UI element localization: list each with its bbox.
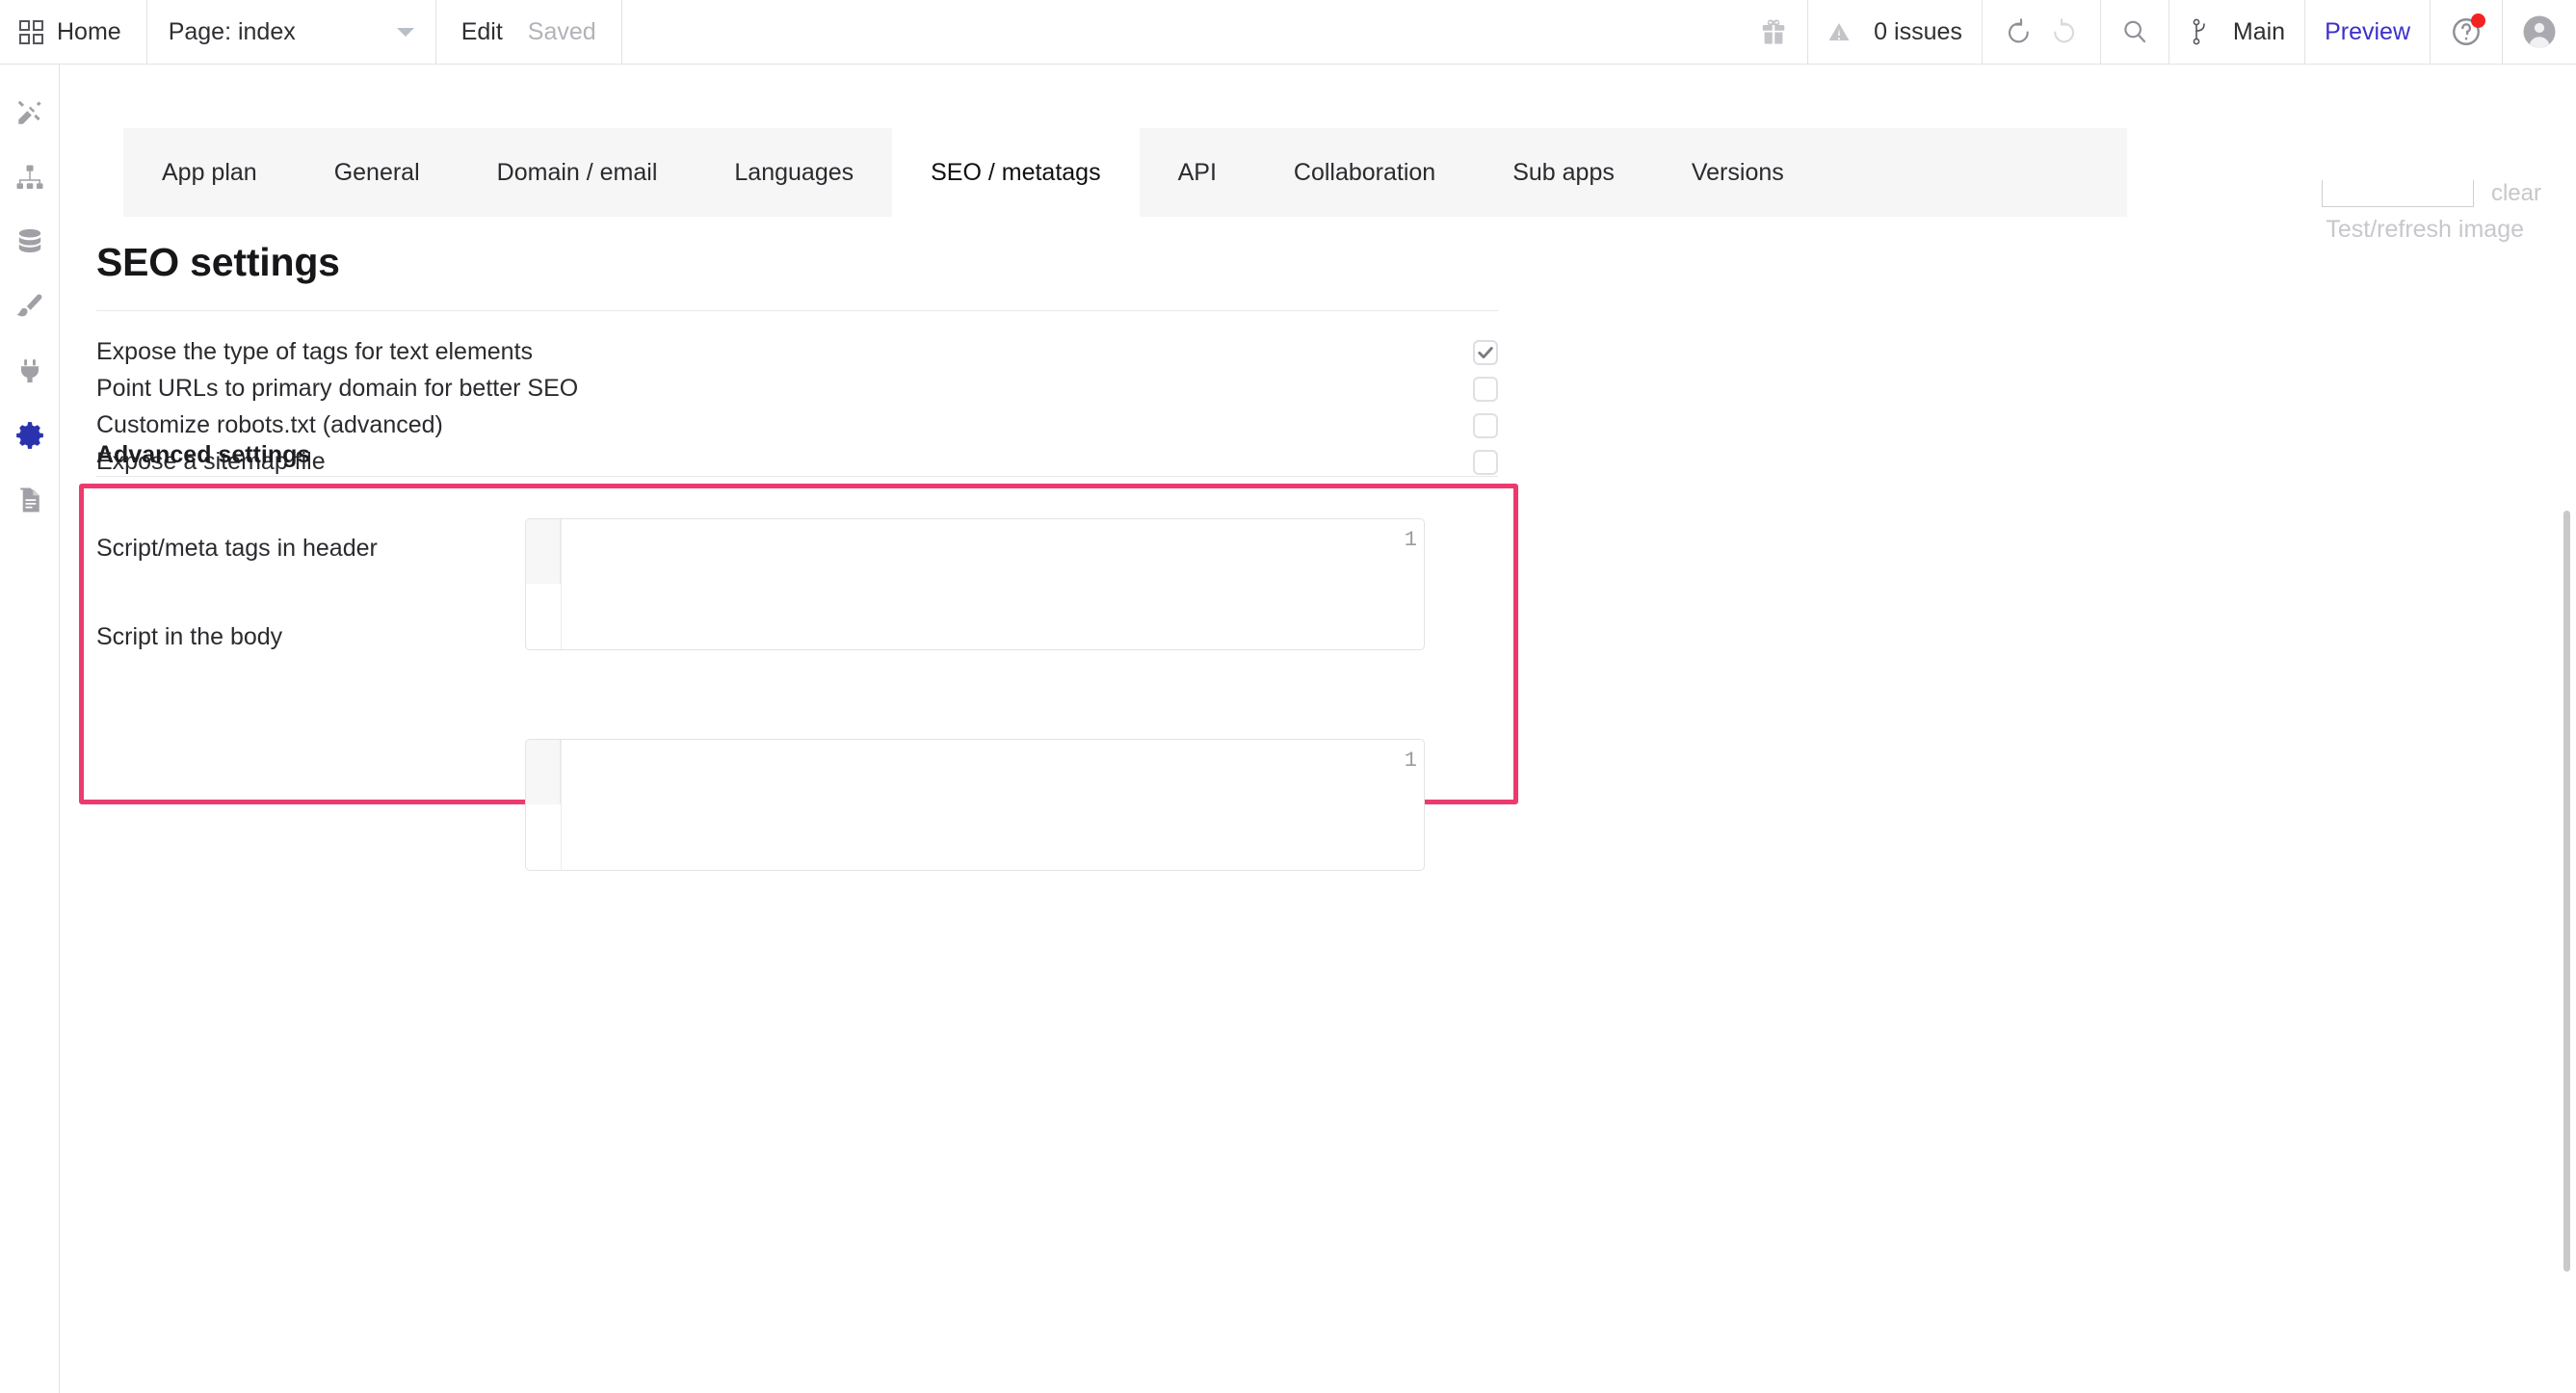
preview-button[interactable]: Preview: [2325, 18, 2410, 46]
sidebar-item-plugins[interactable]: [11, 354, 49, 392]
code-editor-script-body[interactable]: 1: [525, 739, 1425, 871]
home-label: Home: [57, 17, 121, 45]
image-test-controls: clear Test/refresh image: [2137, 180, 2541, 244]
tab-versions[interactable]: Versions: [1653, 128, 1823, 217]
editor-gutter: [526, 519, 561, 584]
top-bar: Home Page: index Edit Saved 0 issues Mai…: [0, 0, 2576, 65]
page-selector-label: Page: index: [168, 17, 296, 45]
saved-status: Saved: [527, 17, 596, 45]
setting-checkbox-point-urls-primary-domain[interactable]: [1473, 376, 1498, 402]
sitemap-icon: [14, 163, 45, 197]
history-group: [1983, 0, 2101, 64]
tab-label: Languages: [734, 158, 854, 186]
setting-label: Point URLs to primary domain for better …: [96, 375, 579, 402]
branch-group[interactable]: Main: [2169, 0, 2306, 64]
user-avatar-icon[interactable]: [2522, 14, 2557, 49]
issues-count-label: 0 issues: [1874, 17, 1962, 45]
warning-triangle-icon: [1827, 20, 1851, 43]
branch-name-label: Main: [2232, 17, 2286, 45]
content-scrollbar[interactable]: [2563, 511, 2570, 1272]
editor-line-number: 1: [1404, 528, 1417, 552]
tab-collaboration[interactable]: Collaboration: [1255, 128, 1474, 217]
editor-gutter-divider: [561, 740, 562, 870]
setting-row-expose-tag-types: Expose the type of tags for text element…: [96, 338, 1498, 366]
tab-label: Collaboration: [1293, 158, 1436, 186]
setting-row-point-urls-primary-domain: Point URLs to primary domain for better …: [96, 375, 1498, 403]
editor-gutter-divider: [561, 519, 562, 649]
title-divider: [96, 310, 1498, 311]
setting-checkbox-expose-sitemap[interactable]: [1473, 449, 1498, 475]
paintbrush-icon: [14, 291, 45, 327]
tab-label: Domain / email: [496, 158, 658, 186]
tab-label: Sub apps: [1512, 158, 1615, 186]
undo-icon[interactable]: [2002, 16, 2033, 47]
preview-group: Preview: [2305, 0, 2431, 64]
tab-general[interactable]: General: [296, 128, 459, 217]
tab-api[interactable]: API: [1140, 128, 1255, 217]
code-editor-script-meta-header[interactable]: 1: [525, 518, 1425, 650]
setting-checkbox-customize-robots-txt[interactable]: [1473, 412, 1498, 438]
field-label-script-meta-header: Script/meta tags in header: [96, 535, 378, 562]
field-script-meta-header-label-wrap: Script/meta tags in header: [96, 535, 378, 563]
sidebar-item-design-tools[interactable]: [11, 95, 49, 134]
test-refresh-image-label: Test/refresh image: [2326, 216, 2524, 243]
sidebar-item-app-structure[interactable]: [11, 160, 49, 198]
tab-label: Versions: [1691, 158, 1784, 186]
tab-languages[interactable]: Languages: [696, 128, 892, 217]
tab-domain-email[interactable]: Domain / email: [459, 128, 697, 217]
account-group: [2503, 0, 2576, 64]
page-title: SEO settings: [96, 240, 340, 284]
field-label-script-body: Script in the body: [96, 623, 283, 650]
tab-sub-apps[interactable]: Sub apps: [1474, 128, 1653, 217]
clear-link[interactable]: clear: [2491, 180, 2541, 207]
settings-tabs: App plan General Domain / email Language…: [123, 128, 2127, 217]
chevron-down-icon: [396, 27, 414, 37]
tab-label: API: [1177, 158, 1217, 186]
home-button[interactable]: Home: [0, 0, 147, 64]
gift-icon[interactable]: [1759, 16, 1788, 47]
tab-label: General: [333, 158, 420, 186]
edit-button[interactable]: Edit: [461, 18, 503, 46]
image-url-input[interactable]: [2321, 180, 2474, 207]
gear-icon: [14, 420, 45, 456]
document-icon: [15, 485, 44, 520]
left-sidebar: [0, 65, 60, 1393]
setting-label: Customize robots.txt (advanced): [96, 411, 443, 438]
sidebar-item-styles[interactable]: [11, 289, 49, 328]
pencil-ruler-icon: [14, 97, 45, 133]
tab-app-plan[interactable]: App plan: [123, 128, 296, 217]
search-group: [2101, 0, 2169, 64]
main-content: App plan General Domain / email Language…: [60, 65, 2576, 1393]
tab-label: SEO / metatags: [931, 158, 1101, 186]
plug-icon: [15, 355, 44, 391]
redo-icon[interactable]: [2050, 16, 2081, 47]
image-test-row: clear: [2321, 180, 2541, 207]
search-icon[interactable]: [2120, 17, 2149, 46]
setting-label: Expose the type of tags for text element…: [96, 338, 534, 365]
advanced-divider: [96, 476, 1498, 477]
editor-gutter: [526, 740, 561, 804]
help-group: [2431, 0, 2503, 64]
issues-group[interactable]: 0 issues: [1808, 0, 1983, 64]
gift-group: [1740, 0, 1809, 64]
editor-line-number: 1: [1404, 749, 1417, 773]
tab-label: App plan: [162, 158, 257, 186]
database-icon: [14, 226, 45, 262]
sidebar-item-settings[interactable]: [11, 418, 49, 457]
help-notification-badge: [2471, 13, 2485, 28]
setting-row-customize-robots-txt: Customize robots.txt (advanced): [96, 411, 1498, 439]
page-selector[interactable]: Page: index: [147, 0, 436, 64]
tab-seo-metatags[interactable]: SEO / metatags: [892, 128, 1140, 217]
sidebar-item-logs[interactable]: [11, 483, 49, 521]
setting-checkbox-expose-tag-types[interactable]: [1473, 339, 1498, 365]
help-circle-icon[interactable]: [2450, 13, 2485, 48]
advanced-settings-heading: Advanced settings: [96, 441, 311, 468]
branch-icon: [2189, 17, 2212, 46]
sidebar-item-data[interactable]: [11, 224, 49, 263]
edit-status-group: Edit Saved: [436, 0, 622, 64]
field-script-body-label-wrap: Script in the body: [96, 623, 282, 651]
grid-icon: [19, 19, 43, 44]
